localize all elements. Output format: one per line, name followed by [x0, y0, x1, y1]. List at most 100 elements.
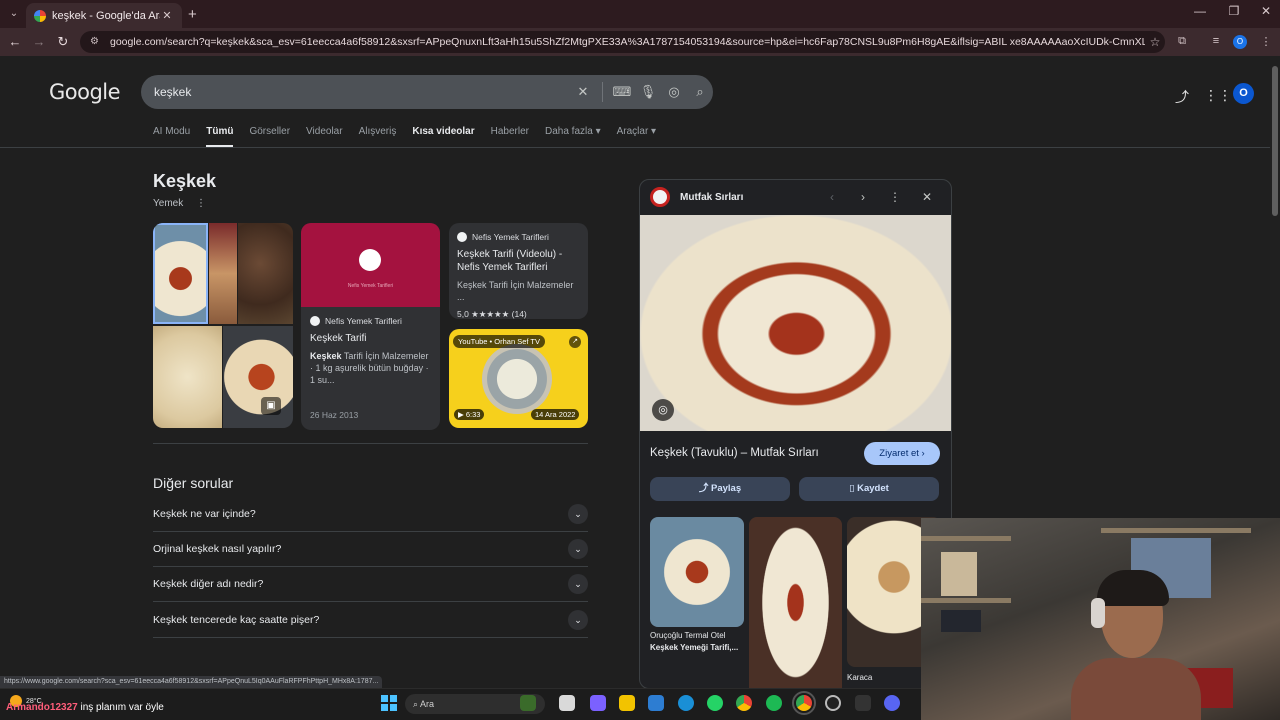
lens-icon[interactable]: ◎ [652, 399, 674, 421]
search-box[interactable]: keşkek ✕ ⌨ 🎙 ◎ ⌕ [141, 75, 713, 109]
preview-image[interactable] [640, 215, 951, 431]
share-icon[interactable]: ⤴ [1175, 87, 1189, 107]
chevron-down-icon[interactable]: ⌄ [568, 504, 588, 524]
apps-grid-icon[interactable]: ⋮⋮ [1204, 87, 1232, 104]
microphone-icon[interactable]: 🎙 [635, 84, 661, 100]
image-thumb[interactable] [153, 326, 222, 428]
back-icon[interactable]: ← [6, 34, 24, 50]
bookmark-icon: ▯ [849, 483, 858, 494]
obs-icon[interactable] [825, 695, 841, 711]
previous-icon[interactable]: ‹ [824, 190, 840, 204]
hair [1097, 570, 1169, 606]
card-title[interactable]: Keşkek Tarifi [310, 332, 431, 345]
google-logo[interactable]: Google [49, 80, 121, 104]
copilot-icon[interactable] [590, 695, 606, 711]
tab-videos[interactable]: Videolar [306, 126, 343, 148]
image-thumb[interactable] [209, 223, 237, 324]
keyboard-icon[interactable]: ⌨ [609, 84, 635, 100]
chrome-icon[interactable] [736, 695, 752, 711]
paa-question[interactable]: Orjinal keşkek nasıl yapılır? ⌄ [153, 532, 588, 567]
widgets-icon[interactable] [520, 695, 536, 711]
site-info-icon[interactable]: ⚙ [90, 36, 102, 48]
more-options-icon[interactable]: ⋮ [887, 190, 903, 204]
related-image[interactable] [650, 517, 744, 627]
image-thumb[interactable] [238, 223, 293, 324]
extensions-icon[interactable]: ⧉ [1174, 35, 1190, 49]
browser-toolbar: ← → ↻ ⚙ google.com/search?q=keşkek&sca_e… [0, 28, 1280, 56]
more-options-icon[interactable]: ⋮ [196, 198, 206, 209]
card-source: Nefis Yemek Tarifleri [457, 232, 580, 242]
card-title[interactable]: Keşkek Tarifi (Videolu) - Nefis Yemek Ta… [457, 248, 580, 274]
scrollbar-thumb[interactable] [1272, 66, 1278, 216]
paa-title: Diğer sorular [153, 475, 234, 491]
file-explorer-icon[interactable] [619, 695, 635, 711]
edge-icon[interactable] [678, 695, 694, 711]
panel-title[interactable]: Keşkek (Tavuklu) – Mutfak Sırları [650, 447, 819, 459]
terminal-icon[interactable] [855, 695, 871, 711]
tab-news[interactable]: Haberler [491, 126, 529, 148]
tab-more[interactable]: Daha fazla ▾ [545, 126, 601, 148]
search-input[interactable]: keşkek [154, 85, 570, 99]
panel-site-name[interactable]: Mutfak Sırları [680, 192, 743, 203]
media-controls-icon[interactable]: ≡ [1208, 35, 1224, 49]
next-icon[interactable]: › [855, 190, 871, 204]
paa-question[interactable]: Keşkek ne var içinde? ⌄ [153, 497, 588, 532]
related-caption[interactable]: Oruçoğlu Termal Otel Keşkek Yemeği Tarif… [650, 631, 738, 652]
tab-short-videos[interactable]: Kısa videolar [412, 126, 474, 148]
image-thumb[interactable] [153, 223, 208, 324]
paa-question[interactable]: Keşkek diğer adı nedir? ⌄ [153, 567, 588, 602]
search-icon[interactable]: ⌕ [687, 84, 713, 100]
tab-tools[interactable]: Araçlar ▾ [617, 126, 656, 148]
tab-search-button[interactable]: ⌄ [6, 5, 22, 21]
bookmark-star-icon[interactable]: ☆ [1145, 35, 1165, 49]
chevron-down-icon[interactable]: ⌄ [568, 610, 588, 630]
profile-avatar[interactable]: O [1233, 35, 1247, 49]
related-image[interactable] [749, 517, 842, 688]
chrome-active-icon[interactable] [792, 691, 816, 715]
forward-icon[interactable]: → [30, 34, 48, 50]
related-caption[interactable]: Karaca [847, 673, 872, 682]
recipe-card[interactable]: Nefis Yemek Tarifleri Nefis Yemek Tarifl… [301, 223, 440, 430]
store-icon[interactable] [648, 695, 664, 711]
spotify-icon[interactable] [766, 695, 782, 711]
active-tab[interactable]: keşkek - Google'da Ara ✕ [26, 3, 182, 28]
chevron-down-icon[interactable]: ⌄ [568, 574, 588, 594]
external-link-icon[interactable]: ↗ [569, 336, 581, 348]
address-url[interactable]: google.com/search?q=keşkek&sca_esv=61eec… [110, 36, 1145, 48]
tab-ai-mode[interactable]: AI Modu [153, 126, 190, 148]
address-bar[interactable]: ⚙ google.com/search?q=keşkek&sca_esv=61e… [80, 31, 1165, 53]
maximize-button[interactable]: ❐ [1224, 4, 1244, 18]
more-images-icon[interactable]: ▣ [261, 397, 281, 415]
visit-button[interactable]: Ziyaret et › [864, 442, 940, 465]
poster [941, 552, 977, 596]
tab-shopping[interactable]: Alışveriş [359, 126, 397, 148]
chevron-down-icon[interactable]: ⌄ [568, 539, 588, 559]
image-thumb[interactable] [223, 326, 293, 428]
windows-start-icon[interactable] [381, 695, 397, 711]
share-button[interactable]: ⤴ Paylaş [650, 477, 790, 501]
recipe-card[interactable]: Nefis Yemek Tarifleri Keşkek Tarifi (Vid… [449, 223, 588, 319]
tab-all[interactable]: Tümü [206, 126, 234, 148]
video-card[interactable]: YouTube • Orhan Sef TV ↗ ▶ 6:33 14 Ara 2… [449, 329, 588, 428]
tab-images[interactable]: Görseller [249, 126, 290, 148]
reload-icon[interactable]: ↻ [54, 34, 72, 50]
source-favicon-icon [310, 316, 320, 326]
close-window-button[interactable]: ✕ [1256, 4, 1276, 18]
new-tab-button[interactable]: + [188, 6, 197, 23]
video-date: 14 Ara 2022 [531, 409, 580, 420]
image-mosaic[interactable]: ▣ [153, 223, 293, 428]
task-view-icon[interactable] [559, 695, 575, 711]
close-icon[interactable]: ✕ [919, 190, 935, 204]
paa-question[interactable]: Keşkek tencerede kaç saatte pişer? ⌄ [153, 603, 588, 638]
shirt [1071, 658, 1201, 720]
clear-icon[interactable]: ✕ [570, 84, 596, 100]
lens-icon[interactable]: ◎ [661, 84, 687, 100]
account-avatar[interactable]: O [1233, 83, 1254, 104]
headset-icon [1091, 598, 1105, 628]
minimize-button[interactable]: — [1190, 4, 1210, 18]
close-tab-icon[interactable]: ✕ [160, 9, 174, 22]
discord-icon[interactable] [884, 695, 900, 711]
browser-menu-icon[interactable]: ⋮ [1258, 35, 1274, 49]
save-button[interactable]: ▯ Kaydet [799, 477, 939, 501]
whatsapp-icon[interactable] [707, 695, 723, 711]
